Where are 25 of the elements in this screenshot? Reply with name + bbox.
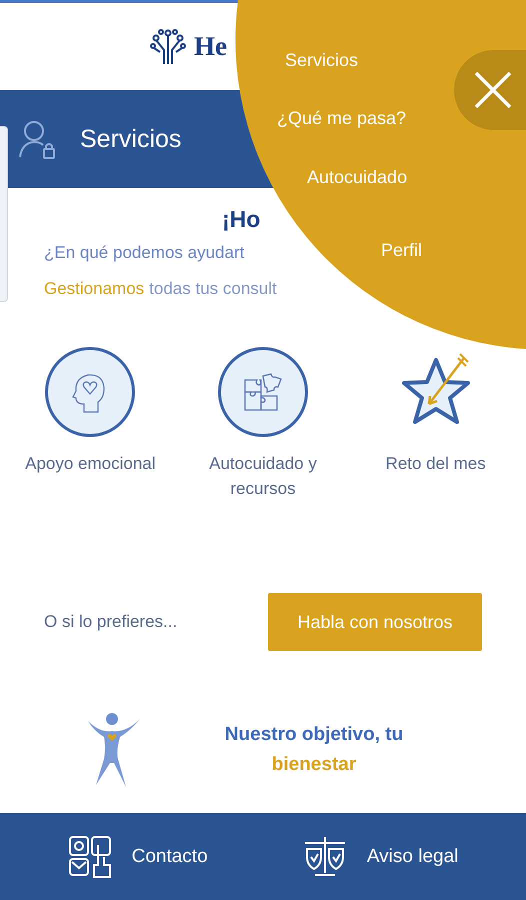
service-label: Autocuidado y recursos: [208, 453, 318, 500]
tagline-text: todas tus consult: [149, 279, 277, 299]
service-label: Apoyo emocional: [25, 453, 156, 475]
menu-item[interactable]: Perfil: [381, 240, 422, 261]
contact-prompt: O si lo prefieres...: [44, 612, 178, 632]
menu-item[interactable]: Autocuidado: [307, 167, 408, 188]
logo-text: He: [194, 31, 227, 62]
nav-title: Servicios: [80, 124, 182, 154]
help-question: ¿En qué podemos ayudart: [44, 243, 244, 263]
contact-channels-icon: [68, 834, 112, 878]
greeting-title: ¡Ho: [222, 206, 260, 233]
menu-item[interactable]: ¿Qué me pasa?: [277, 108, 406, 129]
service-label: Reto del mes: [386, 453, 486, 475]
mission-text: Nuestro objetivo, tu: [224, 723, 404, 747]
scales-shields-icon: [302, 834, 347, 878]
footer-link[interactable]: Contacto: [68, 834, 208, 878]
tagline-text: Gestionamos: [44, 279, 144, 299]
menu-item[interactable]: Servicios: [285, 50, 358, 71]
tree-logo-icon: [150, 28, 186, 66]
talk-to-us-button[interactable]: Habla con nosotros: [268, 593, 482, 651]
user-lock-icon[interactable]: [18, 119, 56, 159]
mission-highlight: bienestar: [270, 753, 358, 777]
footer-link[interactable]: Aviso legal: [302, 834, 458, 878]
close-icon: [474, 71, 512, 109]
drawer-handle[interactable]: [0, 126, 8, 302]
